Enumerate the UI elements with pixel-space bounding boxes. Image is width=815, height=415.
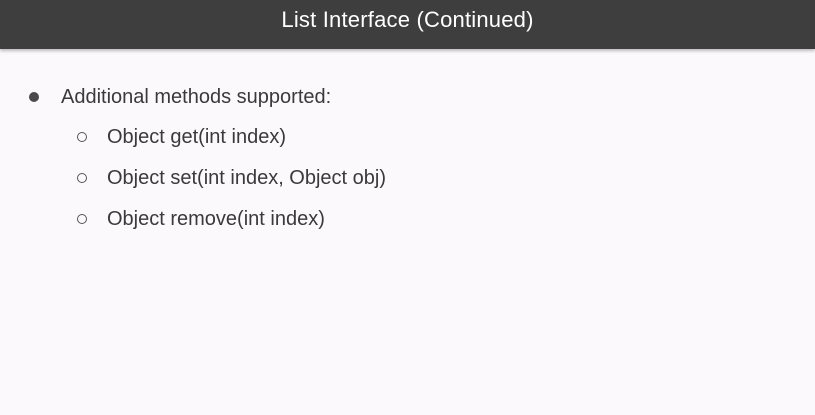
sub-bullet-item: Object set(int index, Object obj) — [77, 165, 386, 191]
bullet-circle-icon — [77, 214, 87, 224]
sub-bullet-text: Object set(int index, Object obj) — [107, 166, 387, 189]
sub-bullet-text: Object get(int index) — [107, 125, 286, 148]
sub-bullet-text: Object remove(int index) — [107, 207, 325, 230]
sub-bullet-item: Object get(int index) — [77, 124, 286, 150]
bullet-disc-icon — [29, 92, 39, 102]
bullet-circle-icon — [77, 173, 87, 183]
bullet-item: Additional methods supported: — [29, 84, 331, 110]
slide-content: Additional methods supported: Object get… — [0, 0, 815, 415]
sub-bullet-item: Object remove(int index) — [77, 206, 325, 232]
bullet-circle-icon — [77, 132, 87, 142]
bullet-text: Additional methods supported: — [61, 85, 332, 108]
